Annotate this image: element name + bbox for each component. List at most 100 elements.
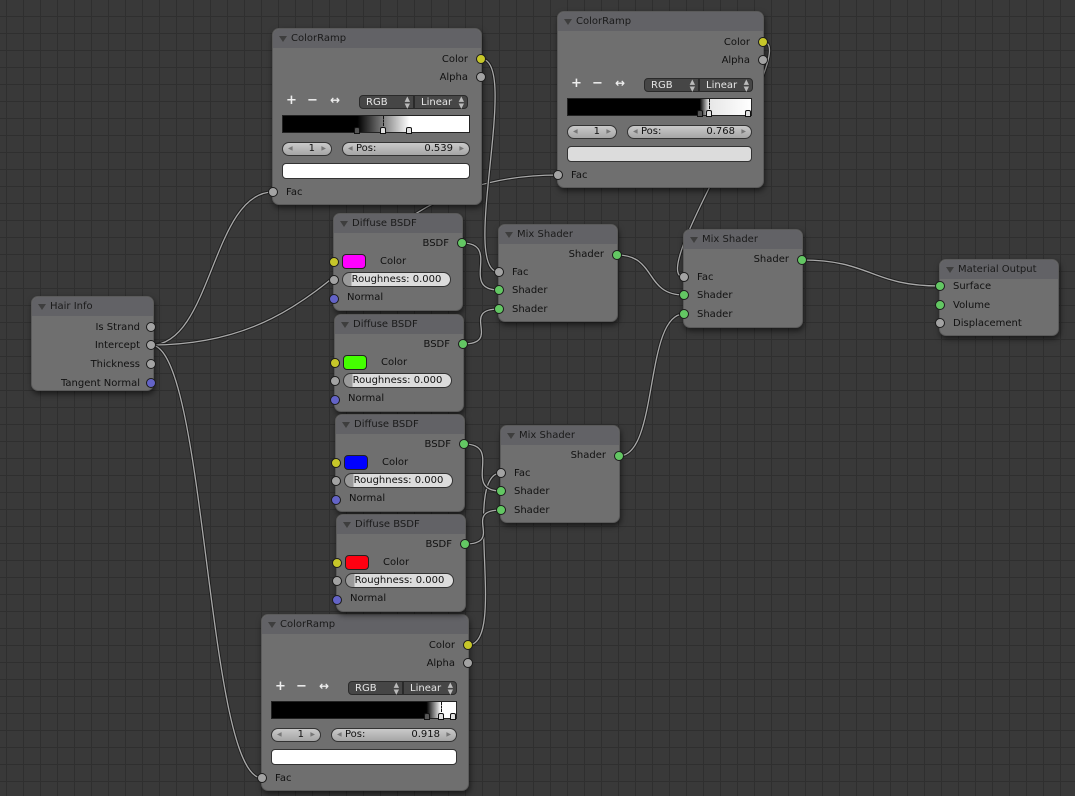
stop-position-field[interactable]: ◀ Pos: 0.768 ▶ (627, 125, 752, 139)
socket-shader-2-in[interactable] (679, 309, 689, 319)
socket-color-out[interactable] (758, 37, 768, 47)
socket-is-strand[interactable] (146, 322, 156, 332)
color-ramp-bar[interactable] (271, 701, 457, 720)
color-swatch[interactable] (343, 355, 367, 370)
node-header[interactable]: Material Output (940, 260, 1058, 279)
socket-alpha-out[interactable] (476, 72, 486, 82)
stop-position-field[interactable]: ◀ Pos: 0.918 ▶ (331, 728, 457, 742)
socket-normal-in[interactable] (332, 595, 342, 605)
increment-arrow-icon[interactable]: ▶ (741, 126, 746, 138)
node-header[interactable]: Hair Info (32, 297, 153, 316)
socket-color-in[interactable] (329, 257, 339, 267)
roughness-field[interactable]: Roughness: 0.000 (343, 373, 452, 388)
node-link-wire[interactable] (616, 254, 685, 296)
node-diffuse-bsdf-red[interactable]: Diffuse BSDF BSDF Color Roughness: 0.000… (332, 514, 470, 612)
socket-color-out[interactable] (463, 640, 473, 650)
socket-color-in[interactable] (330, 358, 340, 368)
socket-shader-out[interactable] (614, 451, 624, 461)
increment-arrow-icon[interactable]: ▶ (446, 729, 451, 741)
collapse-triangle-icon[interactable] (564, 19, 572, 25)
node-header[interactable]: ColorRamp (262, 615, 468, 634)
socket-bsdf-out[interactable] (460, 539, 470, 549)
collapse-triangle-icon[interactable] (946, 267, 954, 273)
socket-normal-in[interactable] (331, 495, 341, 505)
socket-bsdf-out[interactable] (457, 238, 467, 248)
socket-color-in[interactable] (332, 558, 342, 568)
node-header[interactable]: ColorRamp (273, 29, 481, 48)
socket-surface[interactable] (935, 281, 945, 291)
increment-arrow-icon[interactable]: ▶ (321, 143, 326, 155)
color-stop-handle[interactable] (423, 713, 430, 720)
color-swatch[interactable] (345, 555, 369, 570)
collapse-triangle-icon[interactable] (343, 522, 351, 528)
node-material-output[interactable]: Material Output Surface Volume Displacem… (935, 259, 1059, 336)
add-stop-button[interactable]: + (571, 76, 582, 91)
socket-roughness-in[interactable] (329, 275, 339, 285)
node-header[interactable]: Diffuse BSDF (336, 415, 464, 434)
socket-shader-2-in[interactable] (494, 304, 504, 314)
socket-roughness-in[interactable] (332, 576, 342, 586)
socket-shader-1-in[interactable] (494, 285, 504, 295)
color-mode-dropdown[interactable]: RGB ▲ ▼ (359, 95, 414, 110)
add-stop-button[interactable]: + (275, 679, 286, 694)
remove-stop-button[interactable]: − (307, 93, 318, 108)
socket-fac-in[interactable] (496, 468, 506, 478)
stop-position-field[interactable]: ◀ Pos: 0.539 ▶ (342, 142, 470, 156)
color-stop-handle[interactable] (380, 127, 387, 134)
node-mix-shader-final[interactable]: Mix Shader Shader Fac Shader Shader (679, 229, 807, 328)
socket-bsdf-out[interactable] (459, 439, 469, 449)
node-hair-info[interactable]: Hair Info Is Strand Intercept Thickness … (31, 296, 156, 391)
collapse-triangle-icon[interactable] (279, 36, 287, 42)
node-link-wire[interactable] (150, 344, 263, 779)
node-colorramp-bottom[interactable]: ColorRamp Color Alpha + − ↔ RGB ▲ ▼ Linear… (257, 614, 473, 791)
node-link-wire[interactable] (801, 259, 941, 287)
socket-shader-1-in[interactable] (496, 486, 506, 496)
socket-normal-in[interactable] (330, 395, 340, 405)
active-stop-color-swatch[interactable] (282, 163, 470, 179)
color-mode-dropdown[interactable]: RGB ▲ ▼ (644, 78, 699, 93)
increment-arrow-icon[interactable]: ▶ (606, 126, 611, 138)
socket-displacement[interactable] (935, 318, 945, 328)
collapse-triangle-icon[interactable] (690, 237, 698, 243)
socket-fac-in[interactable] (494, 267, 504, 277)
socket-roughness-in[interactable] (331, 476, 341, 486)
active-stop-index-field[interactable]: ◀ 1 ▶ (282, 142, 332, 156)
decrement-arrow-icon[interactable]: ◀ (633, 126, 638, 138)
roughness-field[interactable]: Roughness: 0.000 (342, 272, 451, 287)
active-stop-index-field[interactable]: ◀ 1 ▶ (567, 125, 617, 139)
roughness-field[interactable]: Roughness: 0.000 (345, 573, 454, 588)
socket-fac-in[interactable] (268, 187, 278, 197)
socket-fac-in[interactable] (553, 170, 563, 180)
node-colorramp-right[interactable]: ColorRamp Color Alpha + − ↔ RGB ▲ ▼ Linear… (553, 11, 768, 188)
node-link-wire[interactable] (150, 191, 274, 346)
color-mode-dropdown[interactable]: RGB ▲ ▼ (348, 681, 403, 696)
socket-volume[interactable] (935, 300, 945, 310)
color-stop-handle[interactable] (705, 110, 712, 117)
remove-stop-button[interactable]: − (592, 76, 603, 91)
node-header[interactable]: ColorRamp (558, 12, 763, 31)
socket-bsdf-out[interactable] (458, 339, 468, 349)
socket-fac-in[interactable] (257, 773, 267, 783)
collapse-triangle-icon[interactable] (505, 232, 513, 238)
interpolation-dropdown[interactable]: Linear ▲ ▼ (699, 78, 753, 93)
flip-ramp-button[interactable]: ↔ (319, 679, 329, 693)
node-header[interactable]: Diffuse BSDF (337, 515, 465, 534)
collapse-triangle-icon[interactable] (340, 221, 348, 227)
increment-arrow-icon[interactable]: ▶ (310, 729, 315, 741)
node-header[interactable]: Diffuse BSDF (334, 214, 462, 233)
socket-shader-out[interactable] (612, 250, 622, 260)
socket-color-in[interactable] (331, 458, 341, 468)
collapse-triangle-icon[interactable] (38, 304, 46, 310)
socket-shader-2-in[interactable] (496, 505, 506, 515)
collapse-triangle-icon[interactable] (342, 422, 350, 428)
socket-normal-in[interactable] (329, 294, 339, 304)
socket-intercept[interactable] (146, 340, 156, 350)
node-header[interactable]: Diffuse BSDF (335, 315, 463, 334)
decrement-arrow-icon[interactable]: ◀ (348, 143, 353, 155)
decrement-arrow-icon[interactable]: ◀ (337, 729, 342, 741)
increment-arrow-icon[interactable]: ▶ (459, 143, 464, 155)
color-stop-handle[interactable] (437, 713, 444, 720)
socket-thickness[interactable] (146, 359, 156, 369)
color-swatch[interactable] (342, 254, 366, 269)
node-link-wire[interactable] (467, 472, 502, 646)
